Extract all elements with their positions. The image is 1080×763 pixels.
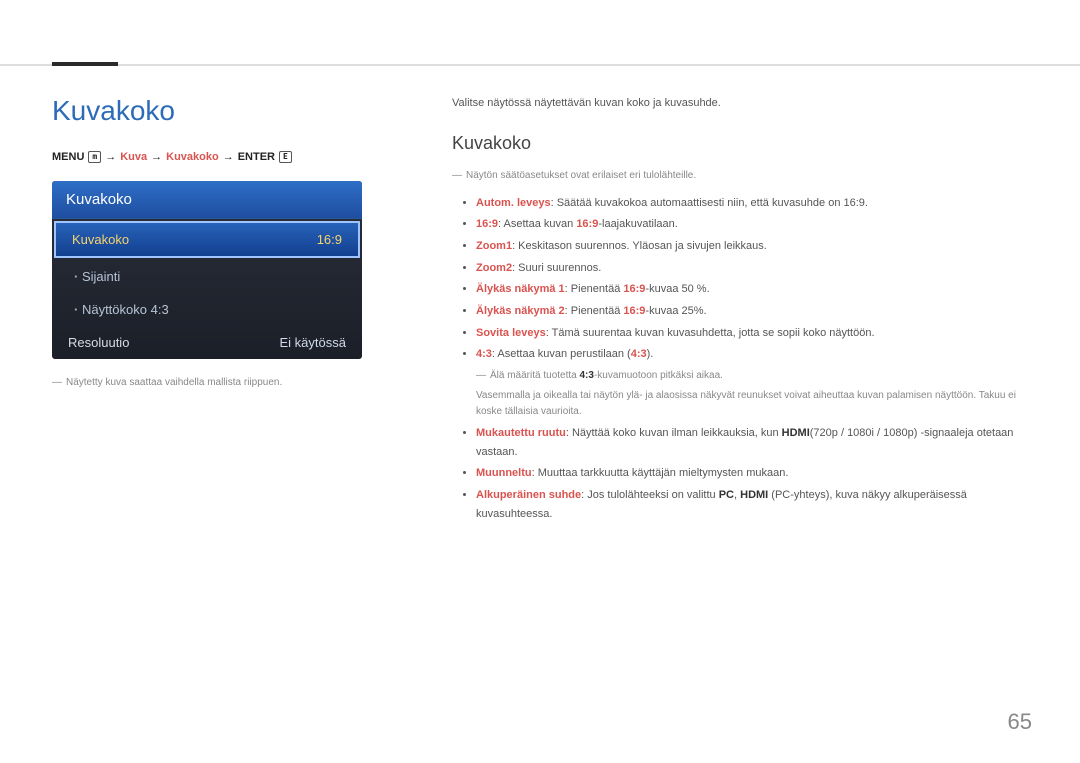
- left-footnote: Näytetty kuva saattaa vaihdella mallista…: [52, 375, 362, 391]
- sub-note: Vasemmalla ja oikealla tai näytön ylä- j…: [476, 388, 1028, 420]
- list-item: Mukautettu ruutu: Näyttää koko kuvan ilm…: [476, 424, 1028, 461]
- page-content: Kuvakoko MENU m → Kuva → Kuvakoko → ENTE…: [52, 95, 1028, 527]
- list-item: Sovita leveys: Tämä suurentaa kuvan kuva…: [476, 324, 1028, 343]
- top-divider: [0, 64, 1080, 66]
- panel-header: Kuvakoko: [52, 181, 362, 219]
- enter-icon: E: [279, 151, 292, 163]
- row-value: Ei käytössä: [280, 335, 346, 350]
- menu-icon: m: [88, 151, 101, 163]
- list-item: Älykäs näkymä 2: Pienentää 16:9-kuvaa 25…: [476, 302, 1028, 321]
- arrow-icon: →: [151, 151, 162, 163]
- path-seg-kuva: Kuva: [120, 151, 147, 163]
- row-value: 16:9: [317, 232, 342, 247]
- row-label: Näyttökoko 4:3: [74, 302, 169, 317]
- list-item: 4:3: Asettaa kuvan perustilaan (4:3).―Äl…: [476, 345, 1028, 420]
- row-label: Kuvakoko: [72, 232, 129, 247]
- list-item: 16:9: Asettaa kuvan 16:9-laajakuvatilaan…: [476, 215, 1028, 234]
- list-item: Alkuperäinen suhde: Jos tulolähteeksi on…: [476, 486, 1028, 523]
- row-label: Sijainti: [74, 269, 120, 284]
- list-item: Autom. leveys: Säätää kuvakokoa automaat…: [476, 194, 1028, 213]
- left-column: Kuvakoko MENU m → Kuva → Kuvakoko → ENTE…: [52, 95, 362, 527]
- bullet-list: Autom. leveys: Säätää kuvakokoa automaat…: [452, 194, 1028, 524]
- settings-panel: Kuvakoko Kuvakoko 16:9 Sijainti Näyttöko…: [52, 181, 362, 359]
- menu-path: MENU m → Kuva → Kuvakoko → ENTER E: [52, 151, 362, 163]
- panel-row-resoluutio[interactable]: Resoluutio Ei käytössä: [52, 326, 362, 359]
- list-item: Älykäs näkymä 1: Pienentää 16:9-kuvaa 50…: [476, 280, 1028, 299]
- top-accent: [52, 62, 118, 66]
- right-column: Valitse näytössä näytettävän kuvan koko …: [452, 95, 1028, 527]
- top-note: Näytön säätöasetukset ovat erilaiset eri…: [452, 168, 1028, 184]
- path-seg-kuvakoko: Kuvakoko: [166, 151, 219, 163]
- arrow-icon: →: [223, 151, 234, 163]
- sub-note: ―Älä määritä tuotetta 4:3-kuvamuotoon pi…: [476, 368, 1028, 384]
- page-number: 65: [1008, 709, 1032, 735]
- arrow-icon: →: [105, 151, 116, 163]
- path-enter: ENTER: [238, 151, 275, 163]
- row-label: Resoluutio: [68, 335, 129, 350]
- intro-text: Valitse näytössä näytettävän kuvan koko …: [452, 95, 1028, 113]
- menu-prefix: MENU: [52, 151, 84, 163]
- list-item: Zoom1: Keskitason suurennos. Yläosan ja …: [476, 237, 1028, 256]
- list-item: Muunneltu: Muuttaa tarkkuutta käyttäjän …: [476, 464, 1028, 483]
- panel-row-nayttokoko[interactable]: Näyttökoko 4:3: [52, 293, 362, 326]
- section-title: Kuvakoko: [452, 133, 1028, 154]
- page-title: Kuvakoko: [52, 95, 362, 127]
- list-item: Zoom2: Suuri suurennos.: [476, 259, 1028, 278]
- panel-row-kuvakoko[interactable]: Kuvakoko 16:9: [54, 221, 360, 258]
- panel-row-sijainti[interactable]: Sijainti: [52, 260, 362, 293]
